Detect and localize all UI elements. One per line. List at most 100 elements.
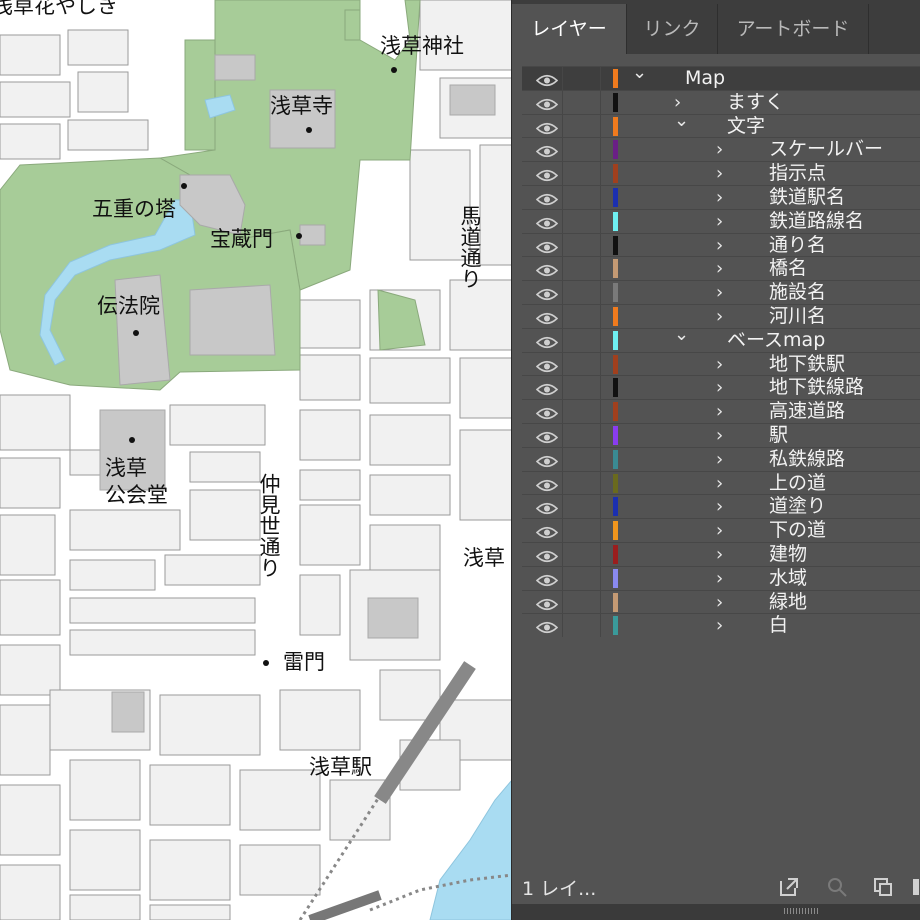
chevron-right-icon[interactable]: › bbox=[716, 495, 723, 518]
layer-name[interactable]: ますく bbox=[727, 91, 784, 114]
visibility-eye-icon[interactable] bbox=[535, 358, 559, 372]
collect-icon[interactable] bbox=[872, 876, 894, 898]
layer-row[interactable]: › 白 bbox=[522, 613, 920, 638]
layer-row[interactable]: ⌄ Map bbox=[522, 62, 920, 90]
chevron-right-icon[interactable]: › bbox=[716, 138, 723, 161]
chevron-right-icon[interactable]: › bbox=[716, 424, 723, 447]
lock-toggle[interactable] bbox=[600, 352, 601, 376]
lock-toggle[interactable] bbox=[600, 162, 601, 186]
visibility-eye-icon[interactable] bbox=[535, 572, 559, 586]
visibility-eye-icon[interactable] bbox=[535, 334, 559, 348]
lock-toggle[interactable] bbox=[600, 566, 601, 590]
visibility-eye-icon[interactable] bbox=[535, 381, 559, 396]
layer-name[interactable]: 鉄道駅名 bbox=[769, 186, 845, 209]
lock-toggle[interactable] bbox=[600, 447, 601, 471]
visibility-eye-icon[interactable] bbox=[535, 548, 559, 563]
visibility-eye-icon[interactable] bbox=[535, 143, 559, 158]
layer-row[interactable]: › 下の道 bbox=[522, 518, 920, 543]
lock-toggle[interactable] bbox=[600, 590, 601, 614]
layer-name[interactable]: 通り名 bbox=[769, 234, 826, 257]
layer-row[interactable]: › 施設名 bbox=[522, 280, 920, 305]
layer-row[interactable]: › ますく bbox=[522, 89, 920, 114]
lock-toggle[interactable] bbox=[600, 281, 601, 305]
layer-name[interactable]: 河川名 bbox=[769, 305, 826, 328]
visibility-eye-icon[interactable] bbox=[535, 286, 559, 301]
layer-row[interactable]: › 河川名 bbox=[522, 304, 920, 328]
layer-name[interactable]: Map bbox=[685, 67, 725, 90]
layer-row[interactable]: › 緑地 bbox=[522, 589, 920, 614]
layer-name[interactable]: 文字 bbox=[727, 115, 765, 138]
lock-toggle[interactable] bbox=[600, 400, 601, 424]
layer-name[interactable]: 上の道 bbox=[769, 472, 826, 495]
layer-row[interactable]: › 駅 bbox=[522, 423, 920, 447]
tab-layers[interactable]: レイヤー bbox=[512, 4, 627, 54]
lock-toggle[interactable] bbox=[600, 543, 601, 566]
chevron-right-icon[interactable]: › bbox=[716, 519, 723, 542]
lock-toggle[interactable] bbox=[600, 305, 601, 328]
chevron-right-icon[interactable]: › bbox=[716, 591, 723, 614]
layer-name[interactable]: 道塗り bbox=[769, 495, 826, 518]
visibility-eye-icon[interactable] bbox=[535, 619, 559, 634]
layer-name[interactable]: 地下鉄線路 bbox=[769, 376, 864, 399]
layer-row[interactable]: › 地下鉄線路 bbox=[522, 375, 920, 400]
layer-row[interactable]: › 橋名 bbox=[522, 256, 920, 281]
visibility-eye-icon[interactable] bbox=[535, 596, 559, 610]
visibility-eye-icon[interactable] bbox=[535, 477, 559, 491]
layer-row[interactable]: › 鉄道駅名 bbox=[522, 185, 920, 209]
trash-icon[interactable] bbox=[910, 876, 920, 898]
visibility-eye-icon[interactable] bbox=[535, 453, 559, 467]
lock-toggle[interactable] bbox=[600, 209, 601, 233]
visibility-eye-icon[interactable] bbox=[535, 215, 559, 229]
export-icon[interactable] bbox=[778, 876, 800, 898]
layer-name[interactable]: 指示点 bbox=[769, 162, 826, 185]
lock-toggle[interactable] bbox=[600, 328, 601, 352]
chevron-right-icon[interactable]: › bbox=[716, 186, 723, 209]
tab-links[interactable]: リンク bbox=[627, 4, 718, 54]
chevron-right-icon[interactable]: › bbox=[716, 281, 723, 304]
lock-toggle[interactable] bbox=[600, 257, 601, 281]
layer-row[interactable]: › 水域 bbox=[522, 565, 920, 590]
layer-row[interactable]: ⌄ 文字 bbox=[522, 110, 920, 138]
lock-toggle[interactable] bbox=[600, 471, 601, 495]
chevron-right-icon[interactable]: › bbox=[716, 448, 723, 471]
visibility-eye-icon[interactable] bbox=[535, 167, 559, 182]
layer-row[interactable]: › 建物 bbox=[522, 542, 920, 566]
layer-name[interactable]: 地下鉄駅 bbox=[769, 353, 845, 376]
lock-toggle[interactable] bbox=[600, 67, 601, 90]
layer-name[interactable]: 私鉄線路 bbox=[769, 448, 845, 471]
chevron-right-icon[interactable]: › bbox=[716, 472, 723, 495]
layer-row[interactable]: › 上の道 bbox=[522, 470, 920, 495]
layer-row[interactable]: › スケールバー bbox=[522, 137, 920, 162]
layer-name[interactable]: スケールバー bbox=[769, 138, 883, 161]
lock-toggle[interactable] bbox=[600, 114, 601, 138]
lock-toggle[interactable] bbox=[600, 233, 601, 257]
layer-row[interactable]: › 高速道路 bbox=[522, 399, 920, 424]
map-view[interactable]: 浅草花やしき 浅草神社 浅草寺 五重の塔 宝蔵門 馬道通り 伝法院 浅草 公会堂… bbox=[0, 0, 512, 920]
chevron-down-icon[interactable]: ⌄ bbox=[674, 109, 689, 132]
resize-grip[interactable] bbox=[784, 908, 820, 914]
chevron-down-icon[interactable]: ⌄ bbox=[674, 323, 689, 346]
layer-name[interactable]: 水域 bbox=[769, 567, 807, 590]
layer-name[interactable]: 緑地 bbox=[769, 591, 807, 614]
search-icon[interactable] bbox=[826, 876, 848, 898]
visibility-eye-icon[interactable] bbox=[535, 239, 559, 253]
lock-toggle[interactable] bbox=[600, 519, 601, 543]
chevron-right-icon[interactable]: › bbox=[716, 543, 723, 566]
layer-name[interactable]: ベースmap bbox=[727, 329, 825, 352]
layer-row[interactable]: › 地下鉄駅 bbox=[522, 351, 920, 376]
chevron-right-icon[interactable]: › bbox=[716, 257, 723, 280]
layer-name[interactable]: 建物 bbox=[769, 543, 807, 566]
visibility-eye-icon[interactable] bbox=[535, 262, 559, 277]
lock-toggle[interactable] bbox=[600, 90, 601, 114]
tab-artboards[interactable]: アートボード bbox=[718, 4, 869, 54]
layer-name[interactable]: 橋名 bbox=[769, 257, 807, 280]
chevron-right-icon[interactable]: › bbox=[716, 400, 723, 423]
lock-toggle[interactable] bbox=[600, 186, 601, 209]
layer-row[interactable]: › 鉄道路線名 bbox=[522, 208, 920, 233]
layer-name[interactable]: 高速道路 bbox=[769, 400, 845, 423]
chevron-right-icon[interactable]: › bbox=[716, 210, 723, 233]
chevron-right-icon[interactable]: › bbox=[716, 234, 723, 257]
layer-row[interactable]: › 私鉄線路 bbox=[522, 446, 920, 471]
lock-toggle[interactable] bbox=[600, 424, 601, 447]
chevron-right-icon[interactable]: › bbox=[716, 614, 723, 637]
